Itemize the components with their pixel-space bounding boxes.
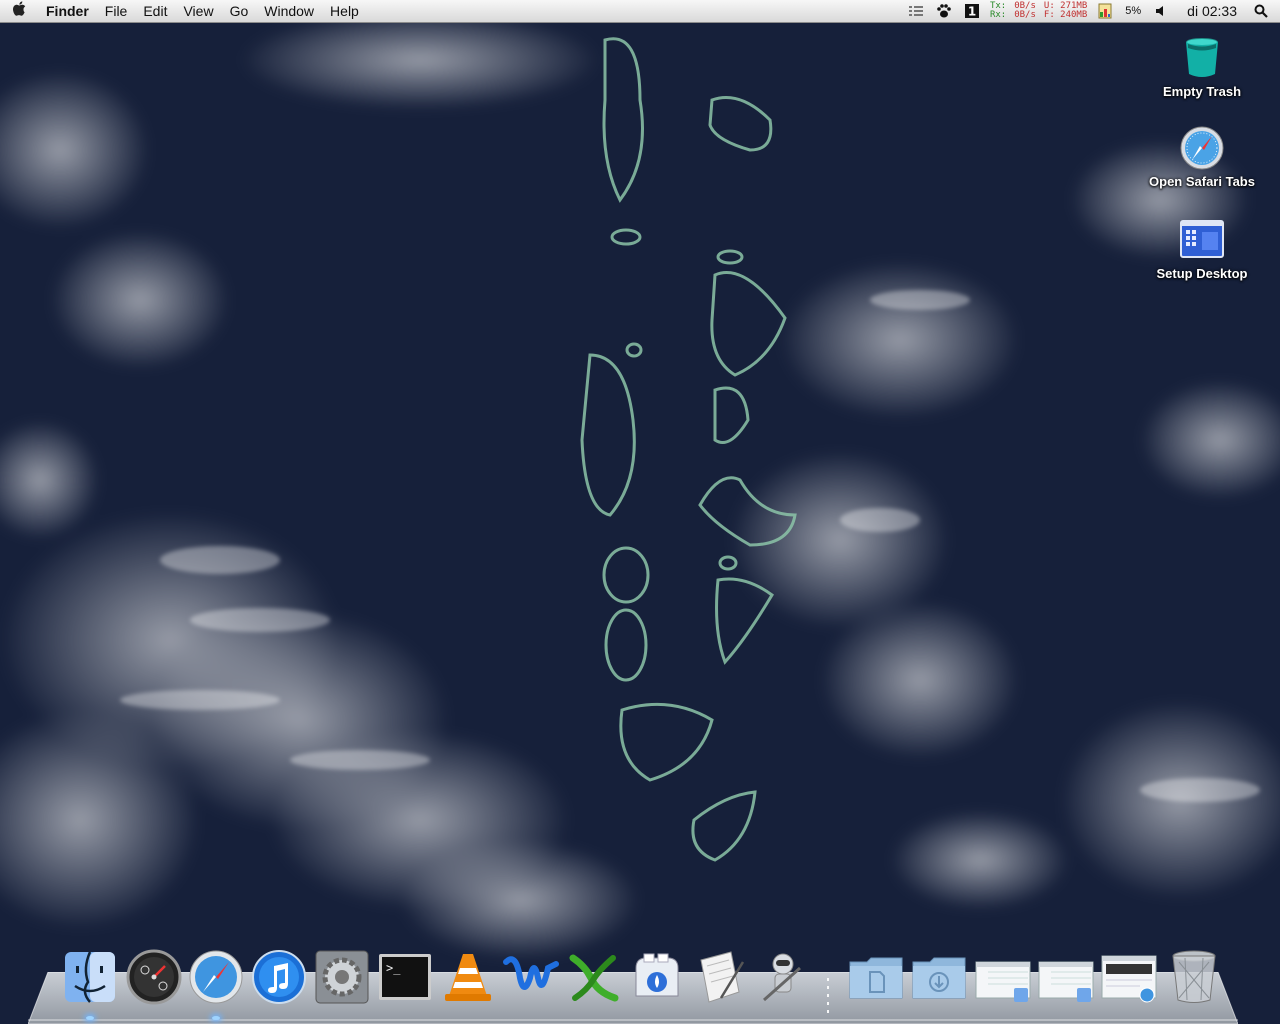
desktop-wallpaper — [0, 0, 1280, 1024]
menu-go[interactable]: Go — [222, 0, 257, 22]
safari-window-icon — [1101, 955, 1157, 1003]
dock-dashboard[interactable] — [125, 948, 183, 1006]
dock-documents-folder[interactable] — [847, 948, 905, 1006]
dock-system-preferences[interactable] — [313, 948, 371, 1006]
dock-finder[interactable] — [61, 948, 119, 1006]
dock-word[interactable] — [502, 948, 560, 1006]
menu-window[interactable]: Window — [256, 0, 322, 22]
terminal-icon: >_ — [379, 954, 431, 1000]
word-icon — [503, 956, 559, 990]
dock-trash[interactable] — [1165, 948, 1223, 1006]
dock-downloads-folder[interactable] — [910, 948, 968, 1006]
menu-clock[interactable]: di 02:33 — [1187, 3, 1237, 19]
svg-text:>_: >_ — [386, 961, 401, 975]
system-preferences-icon — [315, 950, 369, 1004]
dock-window-1[interactable] — [974, 948, 1032, 1006]
app-menu-finder[interactable]: Finder — [38, 0, 97, 22]
memory-free: F: 240MB — [1043, 10, 1088, 20]
toaster-icon — [635, 953, 679, 997]
dock-excel[interactable] — [565, 948, 623, 1006]
menu-bar-left: Finder File Edit View Go Window Help — [0, 0, 367, 22]
running-indicator-safari — [212, 1016, 220, 1020]
running-indicator-finder — [86, 1016, 94, 1020]
desktop-grid-icon — [1178, 216, 1226, 264]
dock-terminal[interactable]: >_ — [376, 948, 434, 1006]
desktop-icon-open-safari-tabs[interactable]: Open Safari Tabs — [1137, 124, 1267, 189]
desktop-icon-label: Open Safari Tabs — [1149, 174, 1255, 189]
finder-window-icon — [1038, 961, 1094, 1002]
desktop-icon-label: Empty Trash — [1162, 84, 1242, 99]
excel-icon — [569, 954, 619, 1002]
trash-icon — [1172, 950, 1216, 1003]
script-editor-icon — [700, 951, 745, 1003]
spotlight-icon[interactable] — [1252, 3, 1270, 19]
dock-script-editor[interactable] — [691, 948, 749, 1006]
dock-safari[interactable] — [187, 948, 245, 1006]
menu-file[interactable]: File — [97, 0, 136, 22]
dock-itunes[interactable] — [250, 948, 308, 1006]
desktop-icon-empty-trash[interactable]: Empty Trash — [1137, 34, 1267, 99]
documents-folder-icon — [849, 957, 903, 999]
rx-rate: 0B/s — [1014, 10, 1036, 20]
menu-bar: Finder File Edit View Go Window Help 1 T… — [0, 0, 1280, 23]
itunes-icon — [252, 950, 306, 1004]
paw-icon[interactable] — [935, 3, 953, 19]
one-icon[interactable]: 1 — [963, 3, 981, 19]
rx-label: Rx: — [989, 10, 1007, 20]
dock-vlc[interactable] — [439, 948, 497, 1006]
list-icon[interactable] — [907, 3, 925, 19]
svg-text:1: 1 — [968, 5, 976, 19]
finder-icon — [65, 951, 115, 1003]
dock-window-2[interactable] — [1037, 948, 1095, 1006]
cpu-percent[interactable]: 5% — [1125, 5, 1141, 17]
desktop-icon-label: Setup Desktop — [1156, 266, 1248, 281]
memory-icon[interactable] — [1096, 3, 1114, 19]
desktop-icon-setup-desktop[interactable]: Setup Desktop — [1137, 216, 1267, 281]
network-rates[interactable]: 0B/s 0B/s — [1014, 2, 1036, 20]
menu-edit[interactable]: Edit — [135, 0, 175, 22]
menu-view[interactable]: View — [175, 0, 221, 22]
menu-help[interactable]: Help — [322, 0, 367, 22]
dashboard-icon — [126, 949, 182, 1005]
safari-icon — [189, 950, 243, 1004]
vlc-icon — [445, 954, 491, 1001]
trash-icon — [1178, 34, 1226, 82]
downloads-folder-icon — [912, 957, 966, 999]
menu-bar-extras: 1 Tx: Rx: 0B/s 0B/s U: 271MB F: 240MB 5%… — [902, 0, 1280, 22]
automator-icon — [763, 953, 801, 1002]
apple-icon[interactable] — [0, 1, 38, 21]
network-monitor[interactable]: Tx: Rx: — [990, 2, 1006, 20]
dock-automator[interactable] — [754, 948, 812, 1006]
dock-window-3[interactable] — [1100, 948, 1158, 1006]
dock-transmit[interactable] — [628, 948, 686, 1006]
volume-icon[interactable] — [1152, 3, 1170, 19]
safari-compass-icon — [1178, 124, 1226, 172]
memory-stats[interactable]: U: 271MB F: 240MB — [1044, 2, 1087, 20]
finder-window-icon — [975, 961, 1031, 1002]
